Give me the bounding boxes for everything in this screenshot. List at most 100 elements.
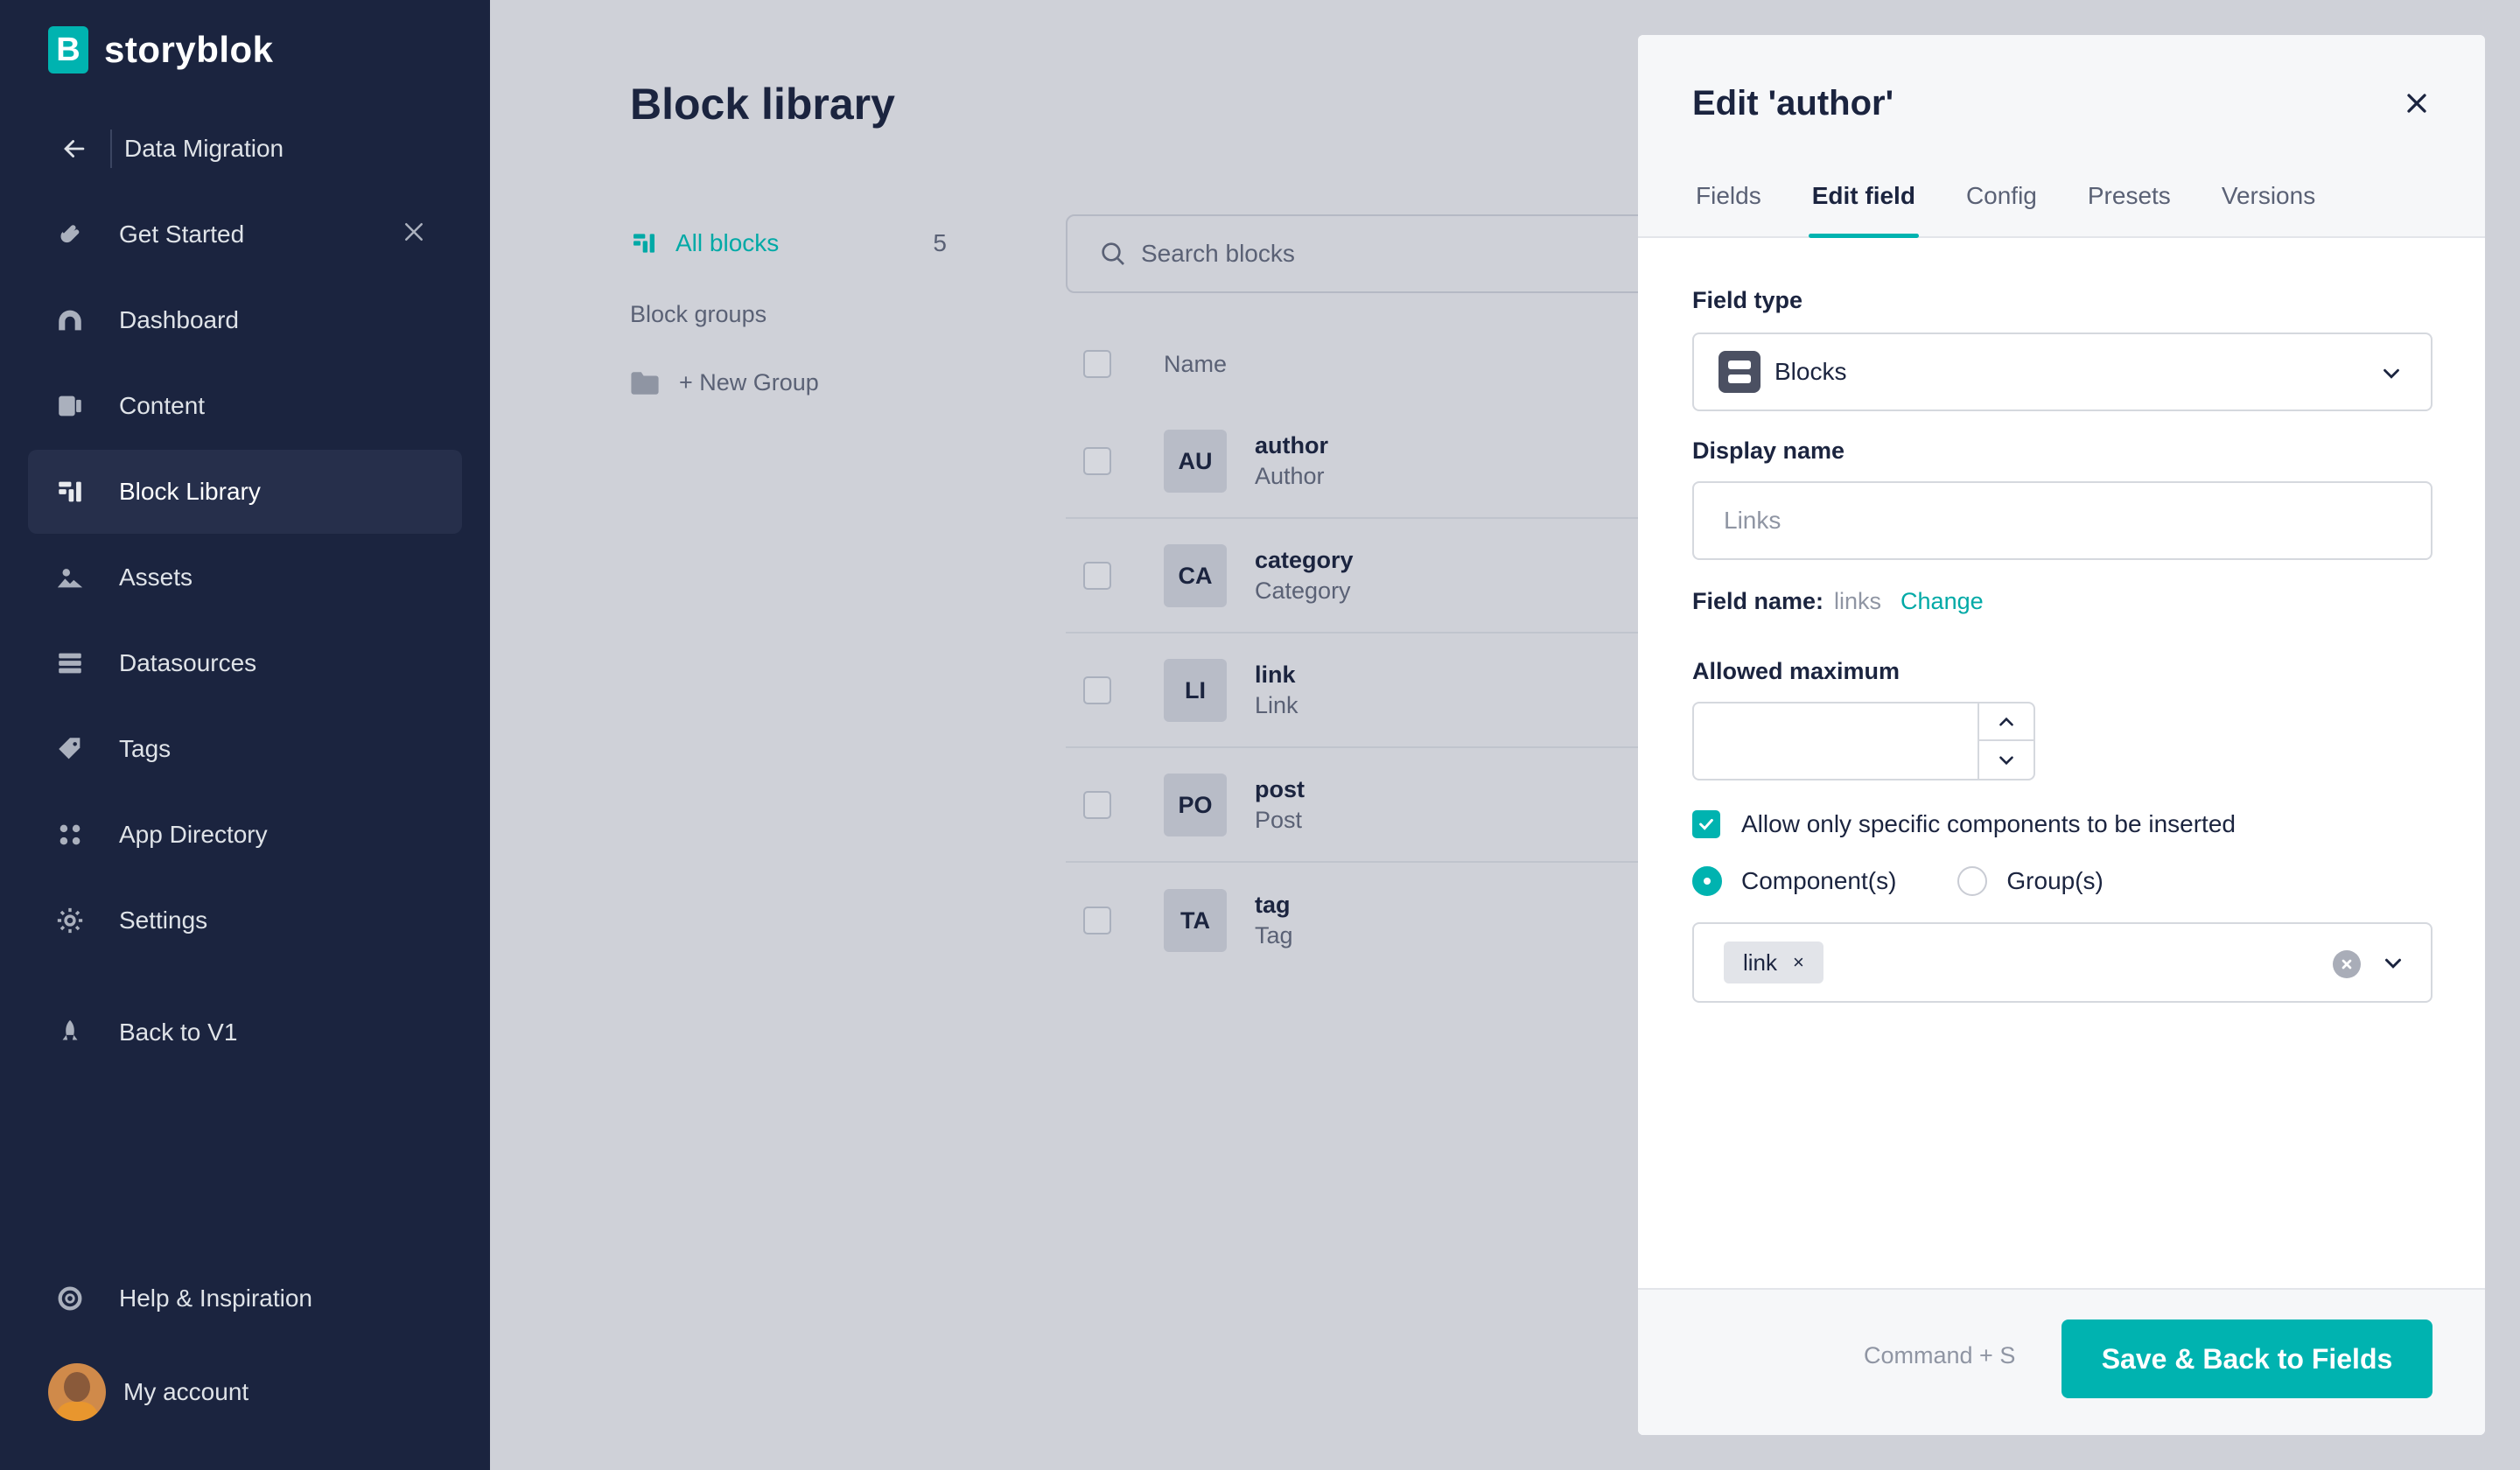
logo-text: storyblok [104,29,274,70]
table-row[interactable]: AU author Author [1066,405,1696,519]
tab-presets[interactable]: Presets [2084,182,2174,236]
sidebar-item-block-library[interactable]: Block Library [28,450,462,534]
tab-versions[interactable]: Versions [2218,182,2319,236]
divider [110,130,112,168]
sidebar-item-datasources[interactable]: Datasources [28,621,462,705]
block-technical-name: tag [1255,892,1291,918]
block-technical-name: author [1255,432,1328,458]
increment-button[interactable] [1979,704,2034,741]
lifebuoy-icon [54,1283,86,1314]
arrow-left-icon[interactable] [60,134,89,164]
radio-label: Component(s) [1741,867,1897,894]
decrement-button[interactable] [1979,741,2034,779]
allowed-maximum-stepper[interactable] [1692,702,2035,780]
chevron-up-icon [1999,717,2013,726]
keyboard-shortcut-hint: Command + S [1864,1342,2016,1368]
sidebar-item-help[interactable]: Help & Inspiration [28,1256,462,1340]
new-group-label: + New Group [679,369,819,396]
block-badge: TA [1164,889,1227,952]
block-display-name: Category [1255,578,1351,604]
display-name-label: Display name [1692,438,1845,464]
folder-icon [631,371,659,395]
checkbox-checked[interactable] [1692,810,1720,838]
row-checkbox[interactable] [1083,562,1111,590]
sidebar-item-assets[interactable]: Assets [28,536,462,620]
radio-groups[interactable]: Group(s) [1957,866,2104,896]
block-display-name: Link [1255,692,1298,718]
block-display-name: Post [1255,807,1303,833]
row-checkbox[interactable] [1083,447,1111,475]
sidebar-item-tags[interactable]: Tags [28,707,462,791]
chevron-down-icon [1999,755,2013,765]
column-header-name: Name [1164,350,1228,377]
block-library-icon [634,234,654,253]
block-library-icon [54,476,86,508]
hand-wave-icon [54,219,86,250]
radio-button[interactable] [1692,866,1722,896]
block-technical-name: category [1255,547,1354,573]
checkmark-icon [1699,818,1713,830]
sidebar-item-app-directory[interactable]: App Directory [28,793,462,877]
close-icon[interactable] [2401,88,2432,119]
tag-label: link [1743,948,1778,976]
all-blocks-label: All blocks [676,229,780,256]
my-account[interactable]: My account [48,1363,248,1421]
content-icon [54,390,86,422]
change-field-name-link[interactable]: Change [1900,588,1984,615]
sidebar-item-settings[interactable]: Settings [28,878,462,962]
block-display-name: Author [1255,463,1325,489]
storyblok-logo[interactable]: B storyblok [48,26,274,74]
clear-selection-icon[interactable] [2333,950,2361,978]
select-all-checkbox[interactable] [1083,350,1111,378]
table-row[interactable]: CA category Category [1066,520,1696,634]
checkbox-label: Allow only specific components to be ins… [1741,810,2236,837]
table-row[interactable]: PO post Post [1066,749,1696,863]
sidebar-item-label: Settings [119,906,208,934]
table-row[interactable]: TA tag Tag [1066,864,1696,977]
display-name-input[interactable] [1724,507,2389,535]
sidebar-item-dashboard[interactable]: Dashboard [28,278,462,362]
components-multiselect[interactable]: link × [1692,922,2432,1003]
search-box[interactable] [1066,214,1678,293]
block-display-name: Tag [1255,922,1293,948]
radio-button[interactable] [1957,866,1988,896]
row-checkbox[interactable] [1083,791,1111,819]
restrict-type-radio-group: Component(s) Group(s) [1692,866,2165,896]
field-name-label: Field name: [1692,588,1824,614]
chevron-down-icon [2384,368,2399,379]
sidebar-item-content[interactable]: Content [28,364,462,448]
sidebar: B storyblok Data Migration Get Started D… [0,0,490,1470]
search-icon [1102,242,1124,265]
restrict-components-checkbox[interactable]: Allow only specific components to be ins… [1692,810,2236,838]
back-to-space-row[interactable]: Data Migration [60,130,284,168]
block-badge: PO [1164,774,1227,836]
sidebar-item-back-to-v1[interactable]: Back to V1 [28,990,462,1074]
display-name-field[interactable] [1692,481,2432,560]
table-row[interactable]: LI link Link [1066,634,1696,748]
row-checkbox[interactable] [1083,676,1111,704]
save-and-back-button[interactable]: Save & Back to Fields [2062,1320,2432,1398]
sidebar-item-label: Datasources [119,649,257,676]
table-header: Name [1066,343,1696,385]
tab-fields[interactable]: Fields [1692,182,1765,236]
block-badge: CA [1164,544,1227,607]
new-group-button[interactable]: + New Group [630,369,819,396]
dashboard-icon [54,304,86,336]
panel-footer: Command + S Save & Back to Fields [1638,1288,2485,1435]
row-checkbox[interactable] [1083,906,1111,934]
tab-config[interactable]: Config [1963,182,2040,236]
search-input[interactable] [1141,240,1631,268]
tab-edit-field[interactable]: Edit field [1808,182,1920,238]
radio-components[interactable]: Component(s) [1692,866,1896,896]
remove-tag-icon[interactable]: × [1793,951,1804,974]
chevron-down-icon[interactable] [2380,950,2406,976]
field-type-select[interactable]: Blocks [1692,332,2432,411]
page-title: Block library [630,80,895,129]
tag-icon [54,733,86,765]
sidebar-item-get-started[interactable]: Get Started [28,192,462,276]
all-blocks-filter[interactable]: All blocks 5 [630,229,947,257]
sidebar-item-label: Tags [119,735,172,762]
close-icon[interactable] [401,219,427,249]
block-groups-heading: Block groups [630,301,767,327]
sidebar-item-label: Back to V1 [119,1018,238,1046]
